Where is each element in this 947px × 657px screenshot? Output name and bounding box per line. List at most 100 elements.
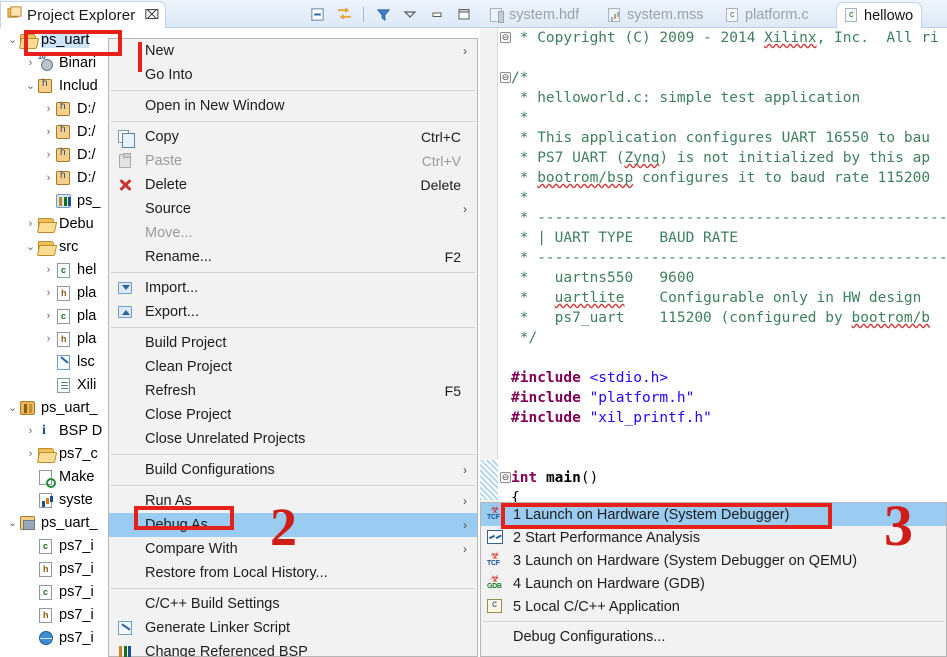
- menu-item-export[interactable]: Export...: [109, 300, 477, 324]
- performance-icon: [486, 529, 505, 546]
- view-menu-icon[interactable]: [400, 4, 420, 24]
- tree-twisty[interactable]: ›: [42, 103, 55, 115]
- menu-item-source[interactable]: Source ›: [109, 197, 477, 221]
- tree-twisty[interactable]: ›: [24, 218, 37, 230]
- tree-twisty[interactable]: [42, 379, 55, 391]
- tree-twisty[interactable]: ›: [42, 172, 55, 184]
- tree-twisty[interactable]: [24, 609, 37, 621]
- menu-item-new[interactable]: New ›: [109, 39, 477, 63]
- menu-item-run-as[interactable]: Run As ›: [109, 489, 477, 513]
- tree-twisty[interactable]: ⌄: [6, 516, 19, 529]
- tree-item-icon: [55, 193, 73, 209]
- menu-item-label: Change Referenced BSP: [145, 644, 308, 657]
- menu-item-c-c---build-settings[interactable]: C/C++ Build Settings: [109, 592, 477, 616]
- menu-item-build-configurations[interactable]: Build Configurations ›: [109, 458, 477, 482]
- tree-item-icon: [19, 32, 37, 48]
- menu-item-import[interactable]: Import...: [109, 276, 477, 300]
- tree-twisty[interactable]: [24, 632, 37, 644]
- tree-twisty[interactable]: [24, 540, 37, 552]
- tree-twisty[interactable]: ›: [24, 57, 37, 69]
- editor-tab-systemmss[interactable]: system.mss: [600, 2, 712, 28]
- tree-item-label: ps_uart_: [41, 399, 98, 416]
- menu-item-paste[interactable]: Paste Ctrl+V: [109, 149, 477, 173]
- tree-twisty[interactable]: [24, 563, 37, 575]
- tree-twisty[interactable]: ⌄: [24, 240, 37, 253]
- tree-item-label: lsc: [77, 353, 95, 370]
- collapse-all-icon[interactable]: [307, 4, 327, 24]
- tree-twisty[interactable]: [24, 494, 37, 506]
- menu-item-change-referenced-bsp[interactable]: Change Referenced BSP: [109, 640, 477, 657]
- submenu-item-5-local-c-c---application[interactable]: 5 Local C/C++ Application: [481, 595, 946, 618]
- editor-tab-systemhdf[interactable]: system.hdf: [482, 2, 587, 28]
- tree-twisty[interactable]: [24, 586, 37, 598]
- menu-item-label: C/C++ Build Settings: [145, 596, 280, 612]
- tree-item-icon: [55, 285, 73, 301]
- tree-twisty[interactable]: ›: [42, 149, 55, 161]
- submenu-item-3-launch-on-hardware--system-debugger-on-qemu[interactable]: ☣ TCF 3 Launch on Hardware (System Debugge…: [481, 549, 946, 572]
- menu-item-debug-as[interactable]: Debug As ›: [109, 513, 477, 537]
- menu-item-compare-with[interactable]: Compare With ›: [109, 537, 477, 561]
- code-line: */: [511, 330, 538, 346]
- submenu-item-debug-configurations[interactable]: Debug Configurations...: [481, 625, 946, 648]
- submenu-item-2-start-performance-analysis[interactable]: 2 Start Performance Analysis: [481, 526, 946, 549]
- minimize-icon[interactable]: [427, 4, 447, 24]
- menu-item-close-project[interactable]: Close Project: [109, 403, 477, 427]
- tab-project-explorer[interactable]: Project Explorer ⌧: [0, 1, 167, 28]
- submenu-item-label: Debug Configurations...: [513, 628, 666, 645]
- fold-marker[interactable]: ⊖: [500, 72, 511, 83]
- editor-tab-label: platform.c: [745, 7, 809, 23]
- import-icon: [117, 280, 134, 296]
- menu-item-open-in-new-window[interactable]: Open in New Window: [109, 94, 477, 118]
- code-line: * uartlite Configurable only in HW desig…: [511, 290, 922, 306]
- c-file-icon: [57, 308, 70, 324]
- tree-twisty[interactable]: ⌄: [6, 401, 19, 414]
- link-with-editor-icon[interactable]: [334, 4, 354, 24]
- editor-tab-platformc[interactable]: platform.c: [718, 2, 817, 28]
- project-context-menu[interactable]: New › Go Into Open in New Window Copy Ctrl+C P…: [108, 38, 478, 657]
- tree-twisty[interactable]: ⌄: [6, 33, 19, 46]
- tree-twisty[interactable]: ›: [42, 287, 55, 299]
- fold-marker[interactable]: ⊖: [500, 32, 511, 43]
- menu-item-rename[interactable]: Rename... F2: [109, 245, 477, 269]
- menu-item-build-project[interactable]: Build Project: [109, 331, 477, 355]
- tree-twisty[interactable]: [42, 356, 55, 368]
- menu-item-refresh[interactable]: Refresh F5: [109, 379, 477, 403]
- tree-twisty[interactable]: ›: [24, 425, 37, 437]
- tree-item-label: syste: [59, 491, 93, 508]
- menu-item-go-into[interactable]: Go Into: [109, 63, 477, 87]
- tree-twisty[interactable]: ›: [42, 333, 55, 345]
- menu-item-label: Close Project: [145, 407, 232, 423]
- maximize-icon[interactable]: [454, 4, 474, 24]
- tree-item-icon: [55, 124, 73, 140]
- c-app-shape: [487, 599, 502, 613]
- submenu-item-4-launch-on-hardware--gdb[interactable]: ☣ GDB 4 Launch on Hardware (GDB): [481, 572, 946, 595]
- menu-item-clean-project[interactable]: Clean Project: [109, 355, 477, 379]
- menu-item-label: Move...: [145, 225, 193, 241]
- fold-marker[interactable]: ⊖: [500, 472, 511, 483]
- menu-separator: [111, 121, 475, 122]
- tree-twisty[interactable]: [24, 471, 37, 483]
- code-line: *: [511, 190, 529, 206]
- tree-twisty[interactable]: ›: [24, 448, 37, 460]
- menu-item-generate-linker-script[interactable]: Generate Linker Script: [109, 616, 477, 640]
- menu-item-label: Export...: [145, 304, 199, 320]
- menu-item-close-unrelated-projects[interactable]: Close Unrelated Projects: [109, 427, 477, 451]
- code-line: int main(): [511, 470, 599, 486]
- filter-icon[interactable]: [373, 4, 393, 24]
- tree-twisty[interactable]: ›: [42, 310, 55, 322]
- tree-twisty[interactable]: [42, 195, 55, 207]
- menu-item-restore-from-local-history[interactable]: Restore from Local History...: [109, 561, 477, 585]
- menu-item-move[interactable]: Move...: [109, 221, 477, 245]
- tree-twisty[interactable]: ›: [42, 264, 55, 276]
- close-icon[interactable]: ⌧: [144, 7, 159, 23]
- editor-tab-hellowo[interactable]: hellowo: [836, 2, 923, 28]
- menu-item-label: Refresh: [145, 383, 196, 399]
- menu-item-delete[interactable]: Delete Delete: [109, 173, 477, 197]
- debug-as-submenu[interactable]: ☣ TCF 1 Launch on Hardware (System Debugge…: [480, 502, 947, 657]
- menu-item-label: Run As: [145, 493, 192, 509]
- tree-twisty[interactable]: ⌄: [24, 79, 37, 92]
- submenu-item-1-launch-on-hardware--system-debugger[interactable]: ☣ TCF 1 Launch on Hardware (System Debugge…: [481, 503, 946, 526]
- tree-twisty[interactable]: ›: [42, 126, 55, 138]
- menu-item-copy[interactable]: Copy Ctrl+C: [109, 125, 477, 149]
